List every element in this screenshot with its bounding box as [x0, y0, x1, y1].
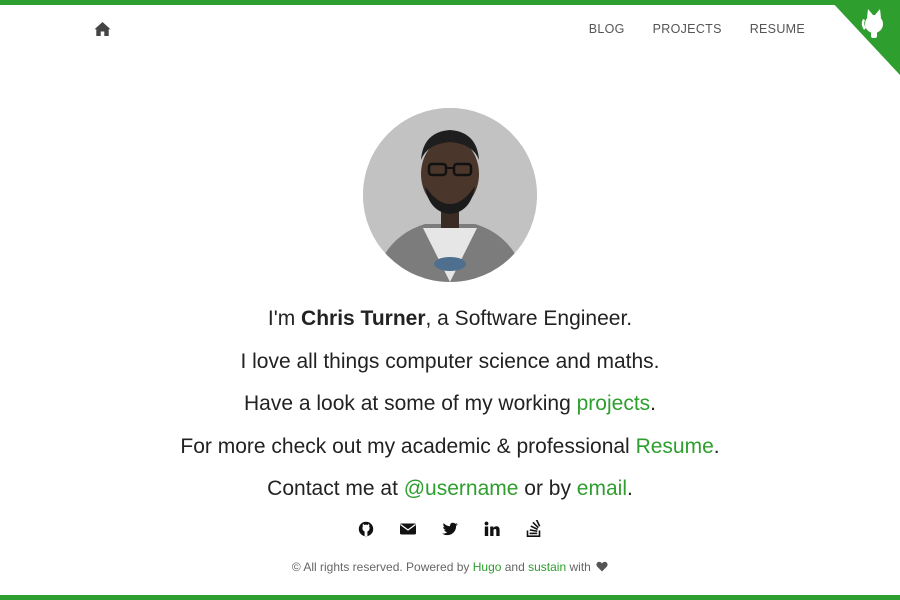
email-social-link[interactable] [399, 520, 417, 538]
home-icon [94, 22, 111, 36]
footer-text: and [501, 560, 529, 574]
author-name: Chris Turner [301, 307, 426, 330]
intro-text: Have a look at some of my working [243, 392, 577, 415]
main-nav: BLOG PROJECTS RESUME [589, 22, 805, 36]
username-link[interactable]: @username [404, 477, 519, 500]
intro-text: , a Software Engineer. [425, 307, 633, 330]
intro-line-resume: For more check out my academic & profess… [0, 426, 900, 469]
stackoverflow-icon [526, 520, 541, 537]
nav-link-blog[interactable]: BLOG [589, 22, 625, 36]
github-icon [358, 521, 374, 537]
stackoverflow-link[interactable] [525, 520, 543, 538]
profile-photo [363, 108, 537, 282]
sustain-link[interactable]: sustain [528, 560, 566, 574]
profile-avatar [363, 108, 537, 282]
projects-link[interactable]: projects [577, 392, 651, 415]
intro-text: I'm [267, 307, 302, 330]
intro-line-contact: Contact me at @username or by email. [0, 468, 900, 511]
heart-icon [596, 561, 608, 572]
intro-text: Contact me at [267, 477, 404, 500]
intro-text: . [713, 434, 720, 458]
email-link[interactable]: email [577, 477, 627, 500]
github-corner-icon [830, 0, 900, 75]
github-link[interactable] [357, 520, 375, 538]
home-link[interactable] [94, 21, 111, 37]
twitter-link[interactable] [441, 520, 459, 538]
footer-text: © All rights reserved. Powered by [291, 560, 473, 574]
email-icon [400, 523, 416, 535]
linkedin-link[interactable] [483, 520, 501, 538]
nav-link-projects[interactable]: PROJECTS [653, 22, 722, 36]
intro-text: . [626, 477, 633, 500]
nav-link-resume[interactable]: RESUME [750, 22, 805, 36]
social-links [0, 520, 900, 538]
footer: © All rights reserved. Powered by Hugo a… [0, 560, 900, 574]
intro-text: or by [518, 477, 577, 500]
linkedin-icon [484, 521, 500, 536]
intro-section: I'm Chris Turner, a Software Engineer. I… [0, 298, 900, 511]
github-corner-link[interactable] [830, 0, 900, 75]
twitter-icon [442, 522, 458, 536]
intro-text: . [650, 392, 656, 415]
intro-text: For more check out my academic & profess… [180, 434, 636, 458]
intro-line-projects: Have a look at some of my working projec… [0, 383, 900, 426]
footer-text: with [566, 560, 595, 574]
top-accent-bar [0, 0, 900, 5]
intro-line-interests: I love all things computer science and m… [240, 349, 660, 373]
intro-line-name: I'm Chris Turner, a Software Engineer. [0, 298, 900, 341]
bottom-accent-bar [0, 595, 900, 600]
resume-link[interactable]: Resume [636, 435, 714, 458]
hugo-link[interactable]: Hugo [473, 560, 502, 574]
